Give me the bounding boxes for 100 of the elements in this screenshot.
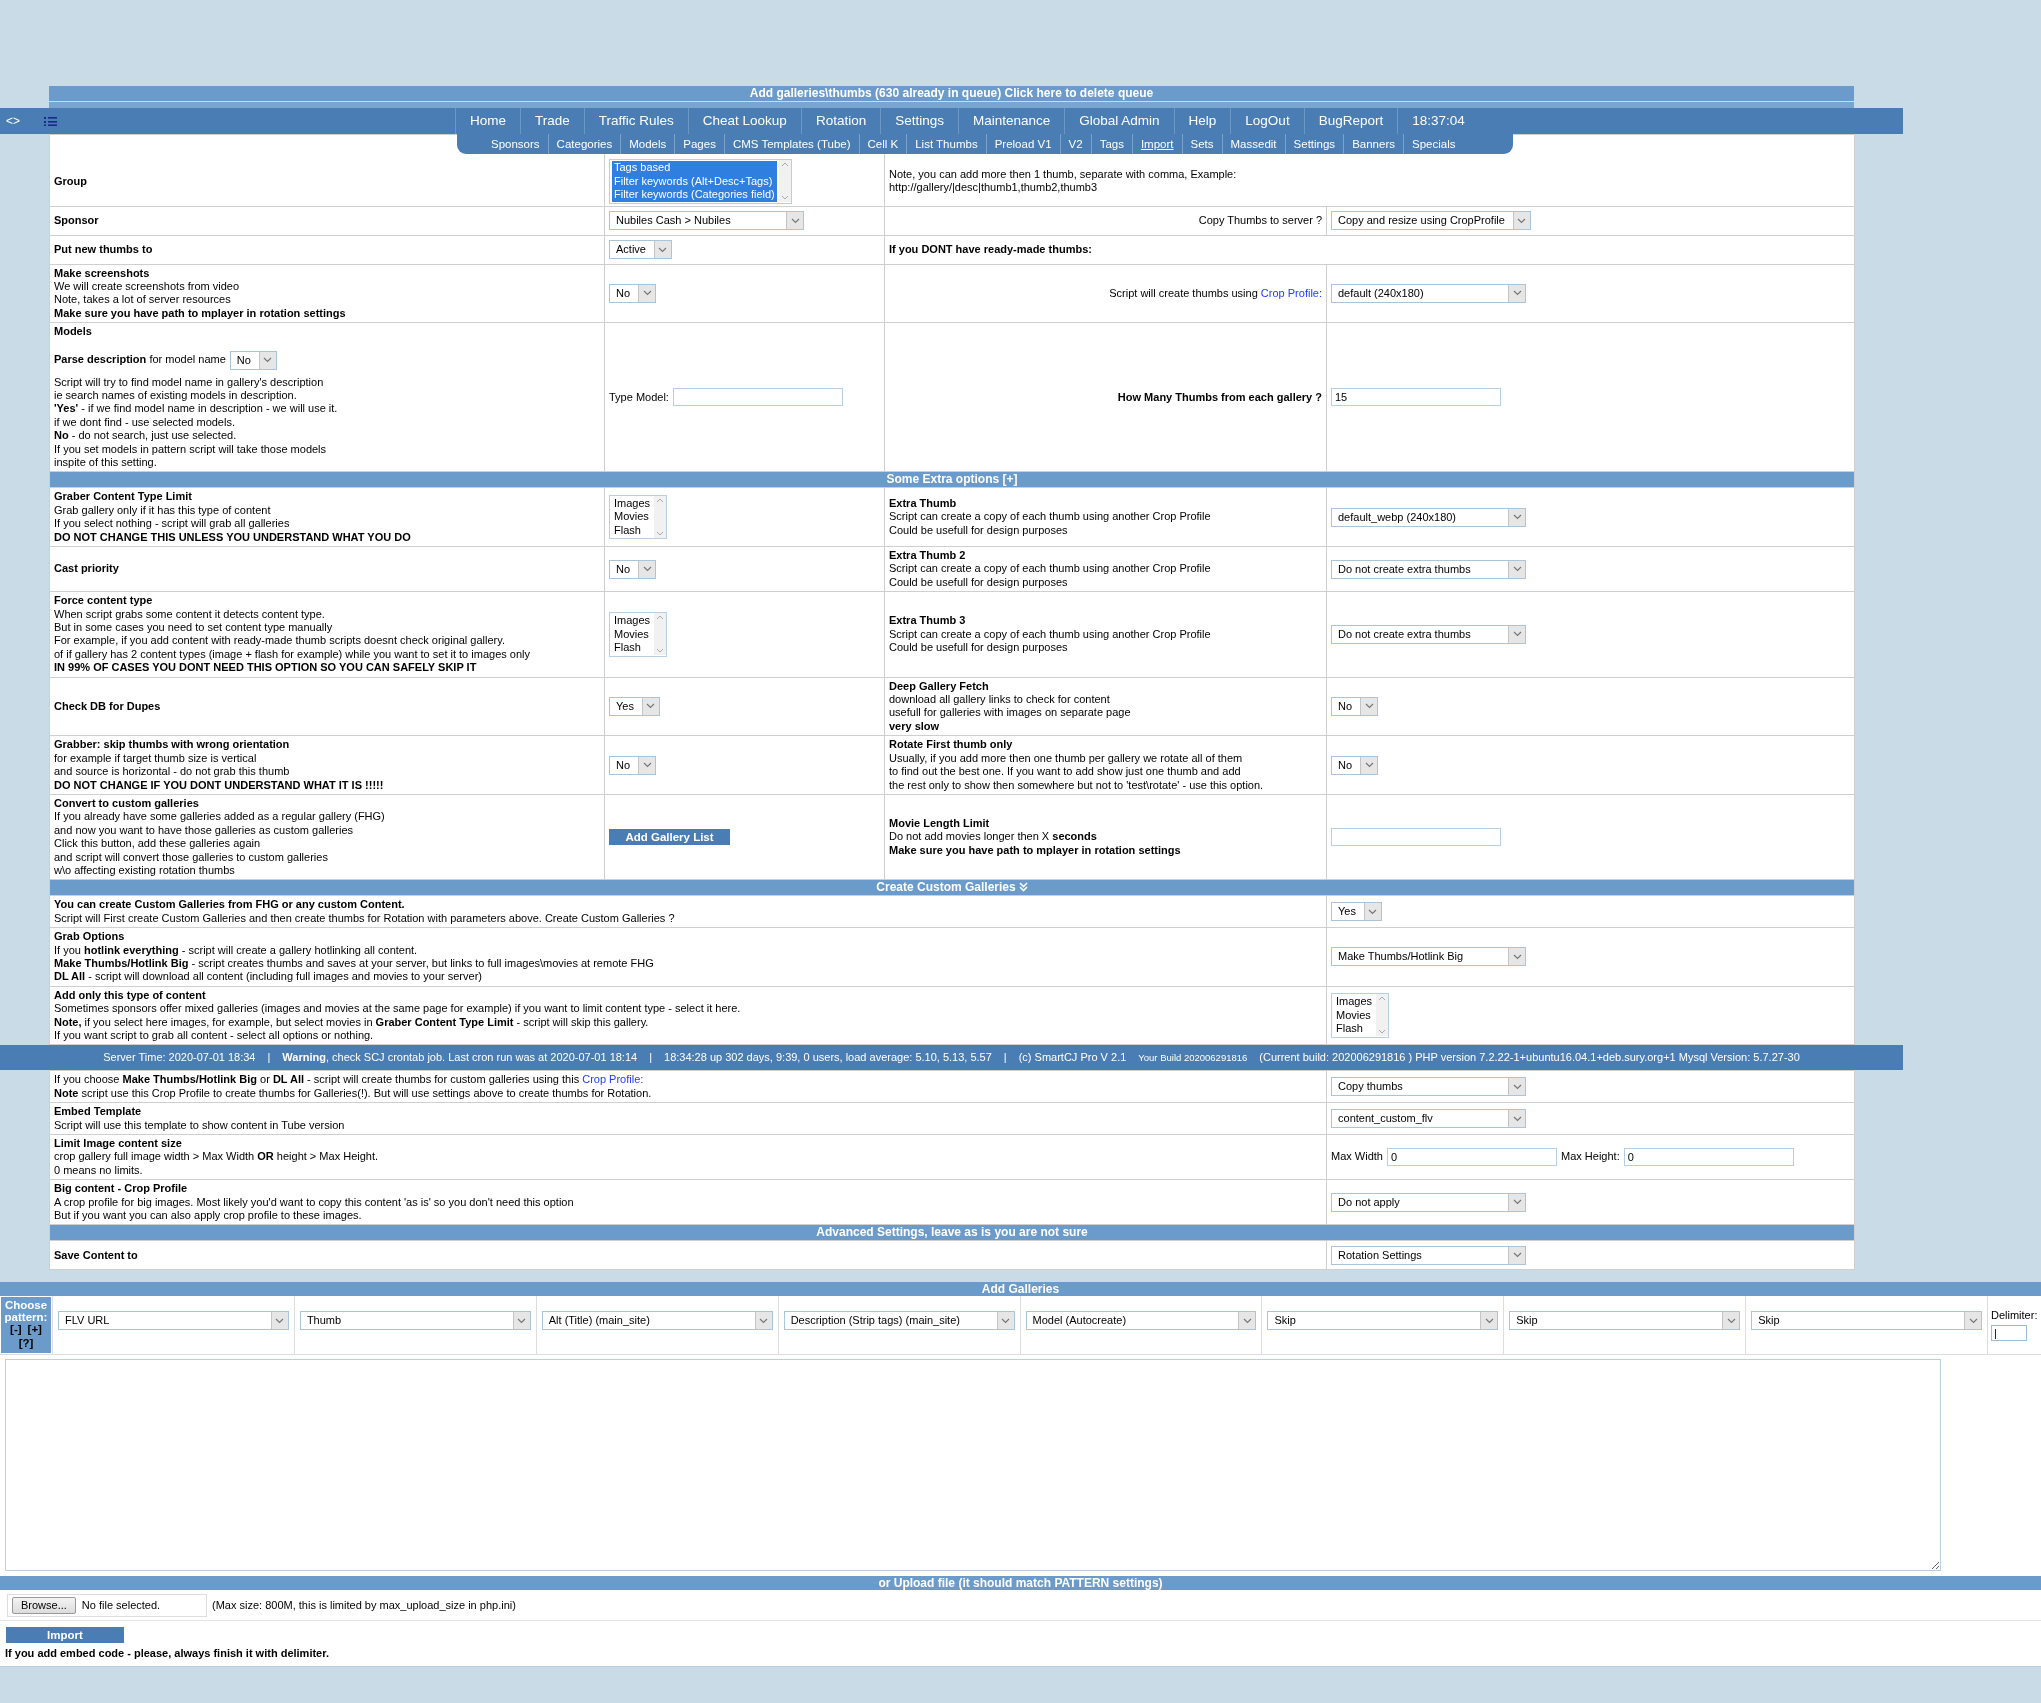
setting-title: Embed Template (54, 1105, 143, 1119)
list-box[interactable]: Images Movies Flash (609, 612, 668, 657)
chevron-down-icon (1512, 1115, 1522, 1122)
list-option[interactable]: Flash (1334, 1022, 1375, 1036)
dropdown[interactable]: Alt (Title) (main_site) (541, 1311, 773, 1331)
list-option[interactable]: Flash (612, 523, 653, 538)
dropdown[interactable]: Model (Autocreate) (1025, 1311, 1257, 1331)
setting-title: Put new thumbs to (54, 242, 154, 257)
status-link[interactable]: SmartCJ Pro (1034, 1051, 1098, 1064)
setting-title: Convert to custom galleries (54, 796, 200, 811)
setting-title: very slow (889, 719, 941, 734)
description-text: w\o affecting existing rotation thumbs (54, 863, 236, 878)
add-list-button[interactable]: Add Gallery List (609, 829, 730, 846)
description-text: http://gallery/|desc|thumb1,thumb2,thumb3 (889, 181, 1099, 195)
chevron-down-icon (1726, 1317, 1736, 1324)
dropdown[interactable]: Nubiles Cash > Nubiles (609, 211, 804, 230)
setting-title: Grabber: skip thumbs with wrong orientation (54, 738, 291, 752)
description-text: If you already have some galleries added as a regular gallery (FHG) (54, 810, 386, 824)
section-title: or Upload file (it should match PATTERN settings) (878, 1576, 1163, 1591)
description-text: Note, takes a lot of server resources (54, 293, 232, 307)
chevron-down-icon (1484, 1317, 1494, 1324)
setting-title: Extra Thumb (889, 497, 958, 511)
setting-title: IN 99% OF CASES YOU DONT NEED THIS OPTION SO YOU CAN SAFELY SKIP IT (54, 661, 478, 675)
input-field[interactable]: 0 (1623, 1148, 1794, 1167)
setting-title: Check DB for Dupes (54, 699, 162, 714)
list-option[interactable]: Images (1334, 995, 1375, 1009)
setting-title: Extra Thumb 2 (889, 549, 967, 563)
list-box[interactable]: Images Movies Flash (1331, 993, 1390, 1038)
description-text: But if you want you can also apply crop profile to these images. (54, 1209, 363, 1223)
list-option[interactable]: Movies (612, 510, 653, 524)
list-option[interactable]: Filter keywords (Categories field) (612, 188, 777, 202)
dropdown[interactable]: No (229, 350, 277, 370)
pattern-link[interactable]: [-] (10, 1323, 22, 1336)
description-text: Script will First create Custom Galleries and then create thumbs for Rotation with parameters above. Create Custom Galleries ? (54, 911, 676, 926)
description-text: DL All - script will download all content (including full images and movies to your server) (54, 970, 483, 984)
chevron-down-icon (642, 566, 652, 573)
dropdown[interactable]: Copy and resize using CropProfile (1331, 211, 1531, 230)
dropdown[interactable]: No (1331, 696, 1379, 716)
pattern-link[interactable]: [+] (27, 1323, 42, 1336)
chevron-down-icon (1512, 514, 1522, 521)
chevron-down-icon (642, 762, 652, 769)
dropdown[interactable]: No (1331, 755, 1379, 775)
dropdown[interactable]: Active (609, 240, 672, 259)
input-field[interactable] (672, 388, 843, 407)
dropdown[interactable]: content_custom_flv (1331, 1109, 1527, 1129)
dropdown[interactable]: Do not create extra thumbs (1331, 559, 1526, 579)
list-option[interactable]: Images (612, 614, 653, 628)
description-text: But in some cases you need to set content type manually (54, 621, 334, 635)
dropdown[interactable]: Skip (1267, 1311, 1499, 1331)
dropdown[interactable]: Skip (1509, 1311, 1741, 1331)
description-text: Note, you can add more then 1 thumb, separate with comma, Example: (889, 167, 1238, 182)
setting-title: Group (54, 174, 88, 188)
list-box[interactable]: Tags based Filter keywords (Alt+Desc+Tags) Filter keywords (Categories field) (609, 159, 792, 204)
dropdown[interactable]: No (609, 755, 657, 775)
dropdown[interactable]: Rotation Settings (1331, 1245, 1527, 1265)
input-field[interactable]: | (1991, 1324, 2027, 1341)
scrollbar (778, 160, 791, 202)
file-input[interactable]: Browse... No file selected. (7, 1593, 207, 1618)
status-text: Warning, check SCJ crontab job. Last cron run was at 2020-07-01 18:14 (282, 1051, 638, 1065)
chevron-down-icon (263, 357, 273, 364)
dropdown[interactable]: No (609, 283, 657, 303)
dropdown[interactable]: Thumb (299, 1311, 531, 1331)
input-field[interactable]: 0 (1387, 1148, 1557, 1167)
text-link[interactable]: Crop Profile: (1260, 286, 1322, 299)
separator-text: | (649, 1051, 653, 1065)
submenu-link[interactable]: Sponsors (457, 134, 548, 154)
dropdown[interactable]: Yes (1331, 902, 1382, 922)
dropdown[interactable]: Do not create extra thumbs (1331, 624, 1526, 644)
description-text: to find out the best one. If you want to add show just one thumb and add (889, 765, 1242, 779)
chevron-down-icon (1512, 1252, 1522, 1259)
chevron-down-icon (1364, 703, 1374, 710)
list-box[interactable]: Images Movies Flash (609, 494, 668, 540)
list-option[interactable]: Tags based (612, 161, 777, 175)
list-option[interactable]: Movies (1334, 1008, 1375, 1023)
list-option[interactable]: Movies (612, 627, 653, 642)
dropdown[interactable]: Description (Strip tags) (main_site) (783, 1311, 1015, 1331)
text-link[interactable]: Crop Profile: (582, 1073, 644, 1086)
dropdown[interactable]: Make Thumbs/Hotlink Big (1331, 947, 1526, 967)
list-option[interactable]: Images (612, 496, 653, 511)
status-link[interactable]: 2020-07-01 18:14 (550, 1051, 638, 1064)
description-text: Note script use this Crop Profile to create thumbs for Galleries(!). But will use settings above to create thumbs for Rotation. (54, 1086, 653, 1101)
input-field[interactable]: 15 (1331, 388, 1501, 407)
dropdown[interactable]: No (609, 559, 657, 579)
input-field[interactable] (1331, 828, 1501, 847)
dropdown[interactable]: Copy thumbs (1331, 1077, 1527, 1097)
dropdown[interactable]: Skip (1751, 1311, 1982, 1331)
dropdown[interactable]: default_webp (240x180) (1331, 507, 1526, 527)
list-option[interactable]: Flash (612, 641, 653, 655)
dropdown[interactable]: Yes (609, 696, 660, 716)
toggle-link[interactable]: <> (6, 113, 20, 129)
dropdown[interactable]: default (240x180) (1331, 283, 1526, 303)
description-text: Script will try to find model name in gallery's description (54, 375, 325, 389)
pattern-link[interactable]: [?] (18, 1337, 34, 1350)
section-title: Create Custom Galleries (876, 880, 1016, 895)
dropdown[interactable]: FLV URL (58, 1311, 289, 1331)
import-button[interactable]: Import (6, 1627, 124, 1644)
chevron-down-icon (1517, 217, 1527, 224)
dropdown[interactable]: Do not apply (1331, 1192, 1527, 1212)
text-area[interactable] (5, 1359, 1941, 1572)
chevron-down-icon (658, 246, 668, 253)
